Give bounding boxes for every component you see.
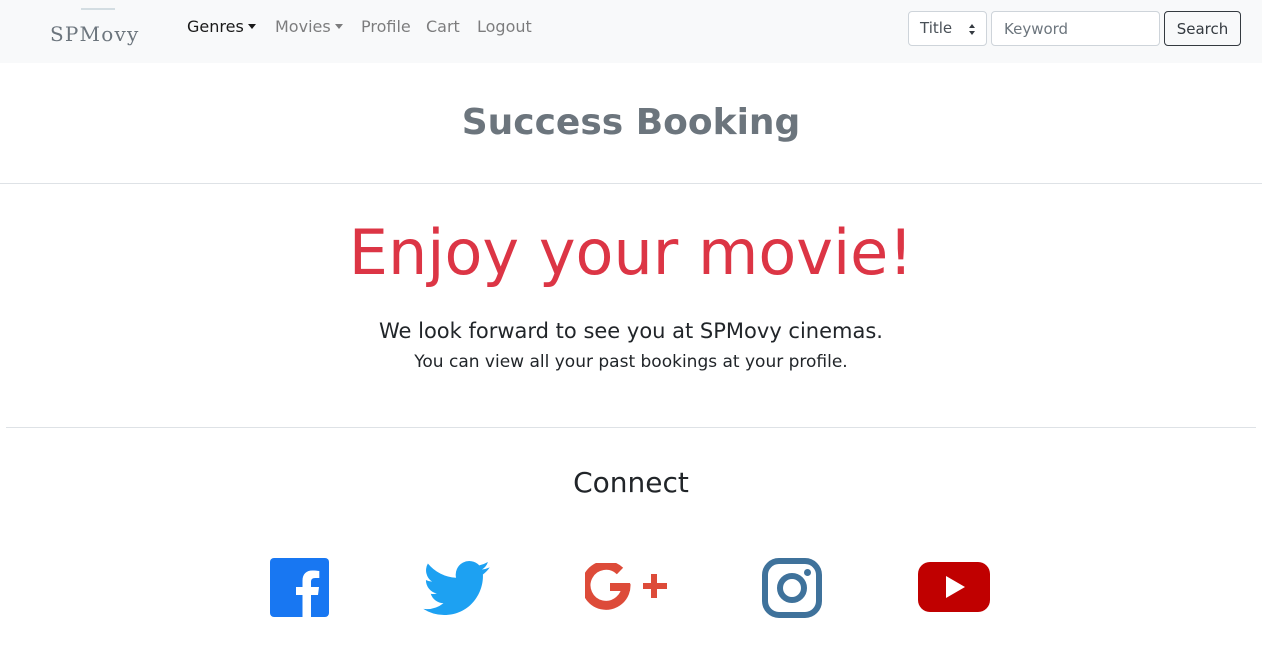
nav-profile-link[interactable]: Profile xyxy=(361,17,411,37)
instagram-icon xyxy=(762,558,822,618)
caret-down-icon xyxy=(334,24,343,29)
divider xyxy=(0,183,1262,184)
page-title: Success Booking xyxy=(461,102,801,143)
facebook-link[interactable] xyxy=(270,558,329,617)
search-button[interactable]: Search xyxy=(1164,11,1241,46)
connect-heading: Connect xyxy=(573,466,689,499)
google-plus-icon xyxy=(585,563,667,610)
search-field-select[interactable]: Title xyxy=(908,11,987,46)
brand-accent-bar xyxy=(81,8,115,10)
youtube-link[interactable] xyxy=(918,562,990,612)
footer-divider xyxy=(6,427,1256,428)
twitter-icon xyxy=(423,561,490,615)
navbar: SPMovy Genres Movies Profile Cart Logout… xyxy=(0,0,1262,63)
search-field-select-value: Title xyxy=(920,19,953,37)
instagram-link[interactable] xyxy=(762,558,822,618)
caret-down-icon xyxy=(247,24,256,29)
nav-movies-label: Movies xyxy=(275,17,331,36)
nav-genres-label: Genres xyxy=(187,17,244,36)
success-message-line1: We look forward to see you at SPMovy cin… xyxy=(379,319,883,343)
brand-text: SPMovy xyxy=(50,22,140,46)
success-message-line2: You can view all your past bookings at y… xyxy=(414,352,848,372)
twitter-link[interactable] xyxy=(423,561,490,615)
select-arrows-icon xyxy=(969,24,976,36)
facebook-icon xyxy=(270,558,329,617)
youtube-icon xyxy=(918,562,990,612)
brand-logo[interactable]: SPMovy xyxy=(50,8,146,54)
nav-movies-dropdown[interactable]: Movies xyxy=(275,17,343,37)
nav-genres-dropdown[interactable]: Genres xyxy=(187,17,256,37)
keyword-search-input[interactable] xyxy=(991,11,1160,46)
success-headline: Enjoy your movie! xyxy=(348,216,914,289)
nav-cart-link[interactable]: Cart xyxy=(426,17,460,37)
nav-logout-link[interactable]: Logout xyxy=(477,17,532,37)
google-plus-link[interactable] xyxy=(585,563,667,612)
